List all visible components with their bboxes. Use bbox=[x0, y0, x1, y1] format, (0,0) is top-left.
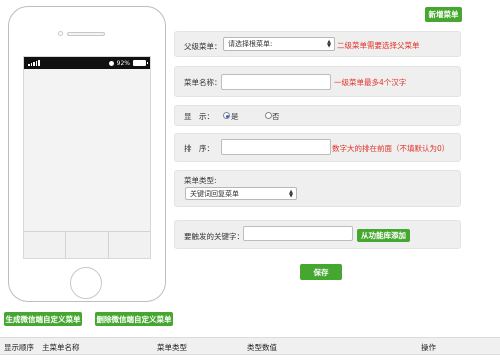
menu-name-hint: 一级菜单最多4个汉字 bbox=[334, 78, 407, 87]
signal-icon bbox=[28, 60, 40, 66]
sort-input[interactable] bbox=[221, 139, 331, 155]
screen-content bbox=[24, 69, 150, 232]
status-bar: 92% bbox=[24, 57, 150, 69]
phone-menu-slot[interactable] bbox=[109, 232, 150, 258]
phone-camera bbox=[58, 31, 63, 36]
save-button[interactable]: 保存 bbox=[300, 264, 342, 280]
select-arrows-icon: ▲ ▼ bbox=[289, 188, 293, 199]
menu-name-label: 菜单名称： bbox=[184, 78, 222, 87]
column-header: 显示顺序 bbox=[4, 343, 34, 352]
select-arrows-icon: ▲ ▼ bbox=[327, 39, 331, 49]
keyword-row: 要触发的关键字： 从功能库添加 bbox=[174, 220, 461, 249]
menu-type-selected: 关键词回复菜单 bbox=[190, 189, 239, 198]
column-header: 主菜单名称 bbox=[42, 343, 80, 352]
menu-name-row: 菜单名称： 一级菜单最多4个汉字 bbox=[174, 66, 461, 97]
phone-menu-slot[interactable] bbox=[24, 232, 67, 258]
phone-home-button bbox=[70, 267, 102, 299]
menu-type-row: 菜单类型: 关键词回复菜单 ▲ ▼ bbox=[174, 170, 461, 207]
add-from-library-button[interactable]: 从功能库添加 bbox=[357, 229, 410, 242]
display-no-label: 否 bbox=[272, 112, 280, 121]
menu-table-header: 显示顺序 主菜单名称 菜单类型 类型数值 操作 bbox=[0, 337, 500, 355]
phone-earpiece bbox=[67, 32, 105, 36]
parent-menu-selected: 请选择根菜单: bbox=[228, 40, 273, 48]
keyword-input[interactable] bbox=[243, 226, 353, 241]
phone-preview: 92% bbox=[8, 6, 166, 302]
column-header: 菜单类型 bbox=[157, 343, 187, 352]
phone-menu-slot[interactable] bbox=[66, 232, 109, 258]
parent-menu-label: 父级菜单： bbox=[184, 42, 222, 51]
delete-wechat-menu-button[interactable]: 删除微信端自定义菜单 bbox=[95, 312, 173, 326]
display-label: 显 示： bbox=[184, 112, 214, 121]
rotation-lock-icon bbox=[108, 60, 114, 66]
display-yes-radio[interactable] bbox=[223, 112, 230, 119]
parent-menu-select[interactable]: 请选择根菜单: ▲ ▼ bbox=[223, 37, 335, 51]
sort-hint: 数字大的排在前面（不填默认为0） bbox=[332, 144, 450, 153]
display-no-radio[interactable] bbox=[265, 112, 272, 119]
generate-wechat-menu-button[interactable]: 生成微信端自定义菜单 bbox=[4, 312, 82, 326]
phone-menu-bar bbox=[24, 231, 150, 258]
display-yes-label: 是 bbox=[231, 112, 239, 121]
parent-menu-row: 父级菜单： 请选择根菜单: ▲ ▼ 二级菜单需要选择父菜单 bbox=[174, 31, 461, 57]
battery-icon bbox=[133, 60, 148, 66]
phone-screen: 92% bbox=[23, 56, 151, 259]
parent-menu-hint: 二级菜单需要选择父菜单 bbox=[337, 41, 420, 50]
new-menu-button[interactable]: 新增菜单 bbox=[425, 7, 462, 22]
menu-type-label: 菜单类型: bbox=[184, 176, 217, 185]
sort-row: 排 序： 数字大的排在前面（不填默认为0） bbox=[174, 133, 461, 162]
menu-type-select[interactable]: 关键词回复菜单 ▲ ▼ bbox=[185, 187, 297, 200]
column-header: 类型数值 bbox=[247, 343, 277, 352]
display-row: 显 示： 是 否 bbox=[174, 105, 461, 126]
menu-name-input[interactable] bbox=[221, 74, 331, 90]
battery-percent: 92% bbox=[116, 59, 130, 67]
column-header: 操作 bbox=[421, 343, 436, 352]
sort-label: 排 序： bbox=[184, 144, 214, 153]
keyword-label: 要触发的关键字： bbox=[184, 232, 244, 241]
